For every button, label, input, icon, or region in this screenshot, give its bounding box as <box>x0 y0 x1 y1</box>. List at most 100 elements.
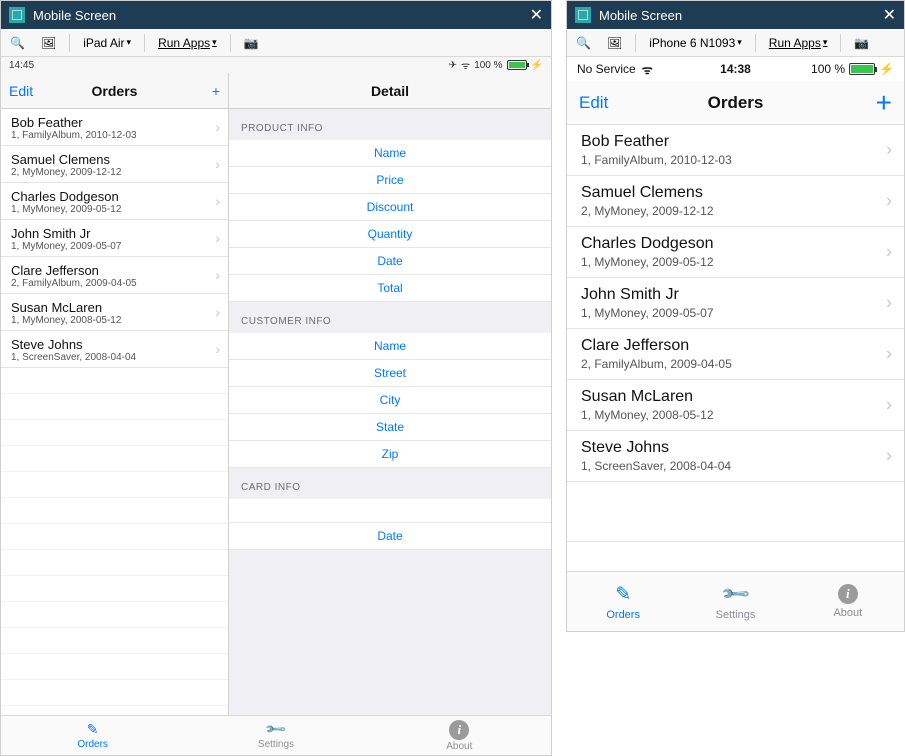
chevron-right-icon: › <box>886 293 892 314</box>
add-button[interactable]: + <box>842 92 892 114</box>
order-subtitle: 1, MyMoney, 2009-05-07 <box>11 241 218 252</box>
order-name: Steve Johns <box>11 337 218 352</box>
order-name: Samuel Clemens <box>11 152 218 167</box>
field-row[interactable]: Zip <box>229 441 551 468</box>
chevron-right-icon: › <box>886 191 892 212</box>
field-row[interactable] <box>229 499 551 523</box>
close-icon[interactable]: ✕ <box>883 5 896 25</box>
field-row[interactable]: Price <box>229 167 551 194</box>
section-header: PRODUCT INFO <box>229 109 551 140</box>
detail-navbar: Detail <box>229 73 551 109</box>
order-cell[interactable]: Clare Jefferson2, FamilyAlbum, 2009-04-0… <box>1 257 228 294</box>
device-selector[interactable]: iPhone 6 N1093▾ <box>644 33 747 53</box>
app-icon <box>9 7 25 23</box>
order-subtitle: 2, FamilyAlbum, 2009-04-05 <box>581 357 890 371</box>
edit-button[interactable]: Edit <box>579 93 629 113</box>
tab-about[interactable]: iAbout <box>368 716 551 755</box>
order-subtitle: 2, MyMoney, 2009-12-12 <box>11 167 218 178</box>
edit-button[interactable]: Edit <box>9 83 49 99</box>
order-name: Charles Dodgeson <box>581 235 890 253</box>
order-name: Clare Jefferson <box>581 337 890 355</box>
tab-about[interactable]: iAbout <box>792 572 904 631</box>
order-cell[interactable]: John Smith Jr1, MyMoney, 2009-05-07› <box>1 220 228 257</box>
tab-settings[interactable]: 🔧Settings <box>679 572 791 631</box>
field-row[interactable]: State <box>229 414 551 441</box>
field-row[interactable]: Discount <box>229 194 551 221</box>
order-cell[interactable]: Steve Johns1, ScreenSaver, 2008-04-04› <box>567 431 904 482</box>
navbar: Edit Orders + <box>567 81 904 125</box>
order-subtitle: 1, MyMoney, 2009-05-12 <box>581 255 890 269</box>
tab-settings[interactable]: 🔧Settings <box>184 716 367 755</box>
battery-icon <box>507 60 527 70</box>
order-name: Susan McLaren <box>11 300 218 315</box>
add-button[interactable]: + <box>180 80 220 102</box>
orders-list[interactable]: Bob Feather1, FamilyAlbum, 2010-12-03›Sa… <box>567 125 904 571</box>
chevron-right-icon: › <box>215 341 220 357</box>
order-name: Clare Jefferson <box>11 263 218 278</box>
order-cell[interactable]: Steve Johns1, ScreenSaver, 2008-04-04› <box>1 331 228 368</box>
master-navbar: Edit Orders + <box>1 73 228 109</box>
chevron-right-icon: › <box>886 446 892 467</box>
order-subtitle: 1, ScreenSaver, 2008-04-04 <box>581 459 890 473</box>
tab-orders[interactable]: ✎Orders <box>567 572 679 631</box>
picture-icon[interactable]: 🖼 <box>602 33 627 53</box>
order-name: Bob Feather <box>581 133 890 151</box>
field-row[interactable]: Total <box>229 275 551 302</box>
camera-icon[interactable]: 📷 <box>849 33 874 53</box>
order-cell[interactable]: John Smith Jr1, MyMoney, 2009-05-07› <box>567 278 904 329</box>
master-pane: Edit Orders + Bob Feather1, FamilyAlbum,… <box>1 73 229 715</box>
picture-icon[interactable]: 🖼 <box>36 33 61 53</box>
detail-form[interactable]: PRODUCT INFONamePriceDiscountQuantityDat… <box>229 109 551 715</box>
order-subtitle: 1, ScreenSaver, 2008-04-04 <box>11 352 218 363</box>
order-subtitle: 1, MyMoney, 2009-05-07 <box>581 306 890 320</box>
run-apps-menu[interactable]: Run Apps▾ <box>764 33 833 53</box>
orders-list[interactable]: Bob Feather1, FamilyAlbum, 2010-12-03›Sa… <box>1 109 228 715</box>
device-selector[interactable]: iPad Air▾ <box>78 33 136 53</box>
master-title: Orders <box>49 83 180 99</box>
section-header: CUSTOMER INFO <box>229 302 551 333</box>
nav-title: Orders <box>629 93 842 113</box>
camera-icon[interactable]: 📷 <box>239 33 264 53</box>
order-name: Samuel Clemens <box>581 184 890 202</box>
field-row[interactable]: Date <box>229 248 551 275</box>
titlebar: Mobile Screen ✕ <box>567 1 904 29</box>
mobile-screen-window-ipad: Mobile Screen ✕ 🔍 🖼 iPad Air▾ Run Apps▾ … <box>0 0 552 756</box>
order-cell[interactable]: Charles Dodgeson1, MyMoney, 2009-05-12› <box>1 183 228 220</box>
order-cell[interactable]: Susan McLaren1, MyMoney, 2008-05-12› <box>1 294 228 331</box>
field-row[interactable]: Quantity <box>229 221 551 248</box>
close-icon[interactable]: ✕ <box>530 5 543 25</box>
order-name: Charles Dodgeson <box>11 189 218 204</box>
mobile-screen-window-iphone: Mobile Screen ✕ 🔍 🖼 iPhone 6 N1093▾ Run … <box>566 0 905 632</box>
order-cell[interactable]: Clare Jefferson 2, FamilyAlbum, 2009-04-0… <box>567 329 904 380</box>
chevron-right-icon: › <box>886 344 892 365</box>
field-row[interactable]: Name <box>229 333 551 360</box>
zoom-icon[interactable]: 🔍 <box>571 33 596 53</box>
info-icon: i <box>449 720 469 740</box>
field-row[interactable]: Street <box>229 360 551 387</box>
field-row[interactable]: Name <box>229 140 551 167</box>
order-cell[interactable]: Charles Dodgeson 1, MyMoney, 2009-05-12› <box>567 227 904 278</box>
order-cell[interactable]: Samuel Clemens2, MyMoney, 2009-12-12› <box>1 146 228 183</box>
run-apps-menu[interactable]: Run Apps▾ <box>153 33 222 53</box>
order-cell[interactable]: Bob Feather1, FamilyAlbum, 2010-12-03› <box>567 125 904 176</box>
info-icon: i <box>838 584 858 604</box>
field-row[interactable]: Date <box>229 523 551 550</box>
order-subtitle: 1, FamilyAlbum, 2010-12-03 <box>581 153 890 167</box>
window-title: Mobile Screen <box>599 8 682 23</box>
detail-pane: Detail PRODUCT INFONamePriceDiscountQuan… <box>229 73 551 715</box>
order-name: Bob Feather <box>11 115 218 130</box>
order-cell[interactable]: Samuel Clemens2, MyMoney, 2009-12-12› <box>567 176 904 227</box>
battery-percent: 100 % <box>811 62 845 76</box>
order-subtitle: 2, FamilyAlbum, 2009-04-05 <box>11 278 218 289</box>
field-row[interactable]: City <box>229 387 551 414</box>
tab-orders[interactable]: ✎Orders <box>1 716 184 755</box>
chevron-right-icon: › <box>215 267 220 283</box>
zoom-icon[interactable]: 🔍 <box>5 33 30 53</box>
chevron-right-icon: › <box>886 242 892 263</box>
window-title: Mobile Screen <box>33 8 116 23</box>
order-cell[interactable]: Bob Feather1, FamilyAlbum, 2010-12-03› <box>1 109 228 146</box>
status-time: 14:45 <box>9 60 449 71</box>
order-cell[interactable]: Susan McLaren1, MyMoney, 2008-05-12› <box>567 380 904 431</box>
tabbar: ✎Orders 🔧Settings iAbout <box>1 715 551 755</box>
device-screen-ipad: 14:45 ✈ ᯤ 100 % ⚡ Edit Orders + Bob Feat… <box>1 57 551 755</box>
